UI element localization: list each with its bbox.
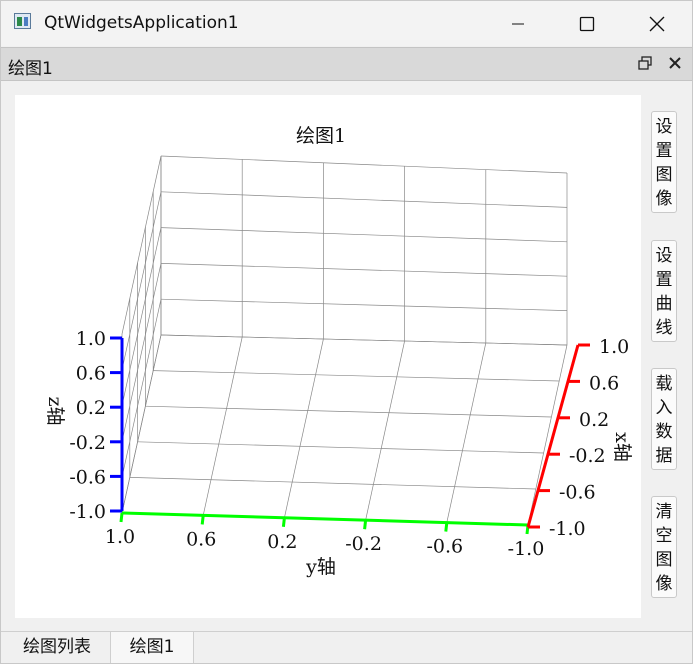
minimize-icon — [512, 23, 524, 24]
grid-line — [121, 263, 162, 442]
z-tick-label: 1.0 — [76, 328, 106, 350]
side-button-char: 曲 — [655, 294, 673, 314]
y-tick-label: 0.6 — [186, 528, 216, 550]
side-button-char: 图 — [655, 165, 673, 185]
plot-grid — [121, 155, 568, 526]
y-axis-tick — [444, 522, 449, 532]
grid-line — [446, 342, 487, 523]
y-axis-tick — [200, 515, 205, 525]
grid-line — [121, 299, 162, 478]
x-tick-label: 0.6 — [589, 372, 619, 394]
y-tick-label: -0.6 — [426, 536, 463, 558]
side-button-char: 设 — [655, 246, 673, 266]
grid-line — [365, 340, 405, 521]
y-tick-label: 1.0 — [105, 526, 135, 548]
side-button-char: 设 — [655, 117, 673, 137]
y-tick-label: -0.2 — [345, 533, 382, 555]
side-button-char: 数 — [655, 422, 673, 442]
close-button[interactable] — [622, 1, 692, 46]
surface-plot-3d: 1.0 0.6 0.2 -0.2 -0.6 -1.0 1.0 0.6 0.2 -0.2 -0.6 -1… — [44, 125, 633, 578]
side-button-2[interactable]: 设置曲线 — [651, 240, 677, 342]
app-icon — [14, 13, 31, 29]
y-axis-label: y轴 — [305, 556, 336, 578]
plot-area[interactable]: 1.0 0.6 0.2 -0.2 -0.6 -1.0 1.0 0.6 0.2 -0.2 -0.6 -1… — [15, 95, 641, 618]
dock-title-bar[interactable]: 绘图1 — [1, 47, 692, 81]
grid-line — [137, 441, 544, 454]
plot-title: 绘图1 — [296, 125, 346, 147]
grid-line — [284, 338, 324, 518]
y-axis-tick — [281, 517, 286, 527]
side-button-char: 图 — [655, 550, 673, 570]
dock-close-button[interactable] — [666, 54, 684, 72]
side-button-char: 像 — [655, 574, 673, 594]
dock-float-button[interactable] — [636, 54, 654, 72]
title-bar[interactable]: QtWidgetsApplication1 — [1, 1, 692, 46]
grid-line — [160, 155, 568, 174]
side-button-char: 线 — [655, 318, 673, 338]
y-tick-label: -1.0 — [508, 538, 545, 560]
side-button-char: 载 — [655, 374, 673, 394]
side-button-char: 置 — [655, 141, 673, 161]
z-tick-label: -1.0 — [69, 501, 106, 523]
grid-line — [121, 155, 162, 335]
y-axis-line — [121, 511, 529, 527]
z-tick-label: 0.6 — [76, 363, 106, 385]
x-tick-label: -1.0 — [549, 518, 586, 540]
x-axis-label: x轴 — [611, 432, 633, 462]
maximize-button[interactable] — [552, 1, 622, 46]
side-button-char: 置 — [655, 270, 673, 290]
y-axis-tick — [119, 512, 124, 523]
window-title: QtWidgetsApplication1 — [44, 13, 239, 33]
x-tick-label: 0.2 — [579, 409, 609, 431]
z-tick-label: -0.2 — [69, 432, 106, 454]
grid-line — [129, 477, 536, 490]
close-icon — [669, 57, 681, 69]
x-tick-label: -0.6 — [559, 482, 596, 504]
tab-plot-list[interactable]: 绘图列表 — [5, 632, 109, 663]
z-axis-label: z轴 — [44, 396, 66, 425]
side-button-char: 清 — [655, 502, 673, 522]
grid-line — [121, 334, 162, 514]
grid-line — [160, 263, 568, 277]
minimize-button[interactable] — [483, 1, 553, 46]
y-tick-label: 0.2 — [267, 531, 297, 553]
tab-plot-1[interactable]: 绘图1 — [110, 632, 194, 663]
grid-line — [202, 336, 243, 516]
z-tick-label: -0.6 — [69, 466, 106, 488]
grid-line — [121, 191, 162, 370]
side-button-4[interactable]: 清空图像 — [651, 496, 677, 598]
grid-line — [153, 370, 560, 382]
side-button-char: 空 — [655, 526, 673, 546]
tab-bar: 绘图列表 绘图1 — [1, 631, 692, 663]
app-window: QtWidgetsApplication1 绘图1 1.0 0.6 0.2 -0.2 -… — [0, 0, 693, 664]
grid-line — [160, 298, 568, 311]
side-button-3[interactable]: 载入数据 — [651, 368, 677, 470]
side-button-char: 像 — [655, 189, 673, 209]
grid-line — [121, 227, 162, 406]
side-button-char: 入 — [655, 398, 673, 418]
x-tick-label: 1.0 — [599, 336, 629, 358]
side-button-1[interactable]: 设置图像 — [651, 111, 677, 213]
grid-line — [160, 227, 568, 243]
grid-line — [160, 334, 568, 346]
x-tick-label: -0.2 — [569, 445, 606, 467]
maximize-icon — [579, 16, 595, 31]
grid-line — [160, 191, 568, 208]
dock-title: 绘图1 — [8, 59, 53, 79]
close-icon — [649, 16, 665, 31]
side-button-char: 据 — [655, 446, 673, 466]
float-icon — [638, 56, 652, 70]
z-tick-label: 0.2 — [76, 397, 106, 419]
grid-line — [145, 405, 552, 418]
y-axis-tick — [363, 520, 368, 530]
